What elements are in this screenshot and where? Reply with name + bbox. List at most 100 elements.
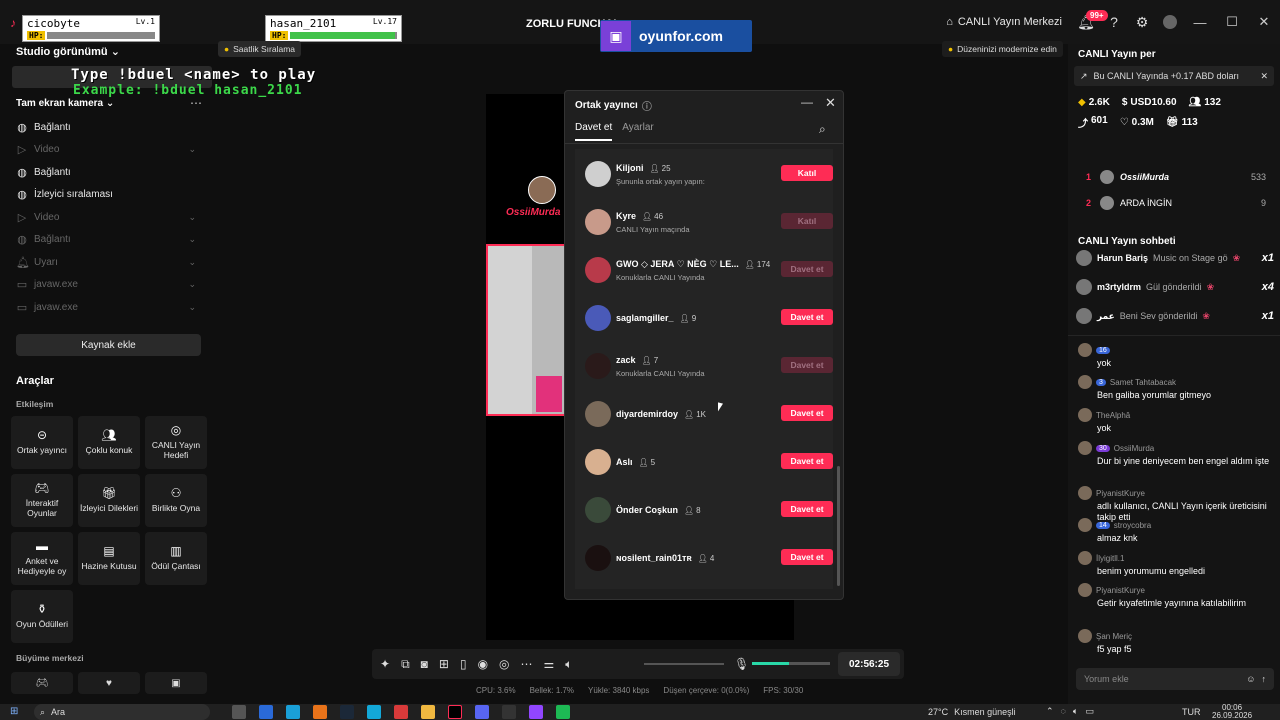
invite-button[interactable]: Davet et bbox=[781, 549, 833, 565]
close-dialog-icon[interactable]: ✕ bbox=[825, 95, 836, 111]
record-icon[interactable]: ◉ bbox=[478, 657, 488, 671]
invite-button[interactable]: Davet et bbox=[781, 309, 833, 325]
tool-link[interactable]: ⊝ Ortak yayıncı bbox=[11, 416, 73, 469]
layout-icon[interactable]: ⧉ bbox=[401, 657, 410, 672]
language-indicator[interactable]: TUR bbox=[1182, 707, 1201, 717]
modernize-layout-hint[interactable]: ● Düzeninizi modernize edin bbox=[942, 41, 1063, 57]
join-button[interactable]: Katıl bbox=[781, 165, 833, 181]
tab-settings[interactable]: Ayarlar bbox=[622, 122, 654, 141]
phone-icon[interactable]: ▯ bbox=[460, 657, 467, 671]
maximize-button[interactable]: ☐ bbox=[1216, 0, 1248, 44]
battery-icon[interactable]: ▭ bbox=[1085, 706, 1094, 717]
profile-button[interactable] bbox=[1156, 8, 1184, 36]
firefox-icon[interactable] bbox=[313, 705, 327, 719]
source-item[interactable]: ◍ İzleyici sıralaması bbox=[16, 184, 196, 207]
invite-button[interactable]: Davet et bbox=[781, 453, 833, 469]
obs-icon[interactable] bbox=[502, 705, 516, 719]
source-item[interactable]: ▷ Video ⌄ bbox=[16, 139, 196, 162]
source-item[interactable]: ◍ Bağlantı bbox=[16, 161, 196, 184]
tool-target[interactable]: ◎ CANLI Yayın Hedefi bbox=[145, 416, 207, 469]
chevron-down-icon[interactable]: ⌄ bbox=[188, 302, 196, 313]
minimize-button[interactable]: — bbox=[1184, 0, 1216, 44]
gamepad-icon[interactable]: 🎮︎ bbox=[11, 672, 73, 694]
mic-level-slider[interactable] bbox=[752, 662, 830, 665]
speaker-icon[interactable]: 🔈︎ bbox=[565, 657, 572, 672]
add-source-button[interactable]: Kaynak ekle bbox=[16, 334, 201, 356]
gear-icon: ⚙ bbox=[1135, 13, 1149, 30]
tool-bag[interactable]: ▥ Ödül Çantası bbox=[145, 532, 207, 585]
spotify-icon[interactable] bbox=[556, 705, 570, 719]
windows-start-icon[interactable]: ⊞ bbox=[10, 706, 18, 717]
camera-source-frame[interactable] bbox=[486, 244, 566, 416]
hourly-ranking-badge[interactable]: ● Saatlik Sıralama bbox=[218, 41, 302, 57]
comment-input[interactable]: Yorum ekle ☺ ↑ bbox=[1076, 668, 1274, 690]
close-icon[interactable]: ✕ bbox=[1260, 71, 1268, 82]
chevron-down-icon[interactable]: ⌄ bbox=[188, 144, 196, 155]
chevron-down-icon[interactable]: ⌄ bbox=[188, 234, 196, 245]
more-options-icon[interactable]: ⋯ bbox=[190, 96, 202, 110]
folder-icon[interactable] bbox=[421, 705, 435, 719]
tool-poll[interactable]: ▬ Anket ve Hediyeyle oy bbox=[11, 532, 73, 585]
notifications-button[interactable]: 🔔︎ 99+ bbox=[1072, 8, 1108, 36]
windows-store-icon[interactable] bbox=[259, 705, 273, 719]
clock[interactable]: 00:06 26.09.2026 bbox=[1212, 704, 1252, 720]
adjust-icon[interactable]: ⚌ bbox=[544, 657, 555, 671]
search-icon[interactable]: ⌕ bbox=[819, 122, 826, 137]
source-item[interactable]: ▷ Video ⌄ bbox=[16, 206, 196, 229]
source-item[interactable]: ▭ javaw.exe ⌄ bbox=[16, 274, 196, 297]
volume-slider[interactable] bbox=[644, 663, 724, 665]
network-icon[interactable]: ◌ bbox=[1061, 706, 1066, 717]
list-scrollbar[interactable] bbox=[837, 466, 840, 586]
taskbar-search[interactable]: ⌕ Ara bbox=[34, 704, 210, 720]
tool-play-together[interactable]: ⚇ Birlikte Oyna bbox=[145, 474, 207, 527]
emoji-icon[interactable]: ☺ bbox=[1246, 674, 1255, 684]
add-scene-icon[interactable]: ⊞ bbox=[439, 657, 449, 671]
source-item[interactable]: ▭ javaw.exe ⌄ bbox=[16, 296, 196, 319]
magic-icon[interactable]: ✦ bbox=[380, 657, 390, 671]
edge-icon[interactable] bbox=[286, 705, 300, 719]
tool-users[interactable]: 👥︎ Çoklu konuk bbox=[78, 416, 140, 469]
app-icon[interactable] bbox=[394, 705, 408, 719]
steam-icon[interactable] bbox=[340, 705, 354, 719]
chevron-down-icon[interactable]: ⌄ bbox=[188, 257, 196, 268]
discord-icon[interactable] bbox=[475, 705, 489, 719]
tool-trophy[interactable]: ⚱ Oyun Ödülleri bbox=[11, 590, 73, 643]
chevron-down-icon[interactable]: ⌄ bbox=[188, 279, 196, 290]
more-icon[interactable]: ⋯ bbox=[521, 657, 533, 671]
volume-icon[interactable]: 🔈︎ bbox=[1073, 706, 1078, 717]
source-item[interactable]: ◍ Bağlantı ⌄ bbox=[16, 229, 196, 252]
source-item[interactable]: ◍ Bağlantı bbox=[16, 116, 196, 139]
info-icon[interactable]: ⓘ bbox=[642, 98, 652, 113]
weather-widget[interactable]: 27°C Kısmen güneşli bbox=[928, 707, 1016, 717]
ranking-row[interactable]: 2 ARDA İNGİN 9 bbox=[1086, 194, 1266, 212]
invite-button[interactable]: Davet et bbox=[781, 501, 833, 517]
earnings-banner[interactable]: ↗ Bu CANLI Yayında +0.17 ABD doları ✕ bbox=[1074, 66, 1274, 86]
capture-icon[interactable]: ◎ bbox=[499, 657, 509, 671]
help-button[interactable]: ? bbox=[1100, 8, 1128, 36]
microphone-icon[interactable]: 🎙︎ bbox=[734, 657, 749, 671]
send-icon[interactable]: ↑ bbox=[1262, 674, 1267, 684]
tool-chest[interactable]: ▤ Hazine Kutusu bbox=[78, 532, 140, 585]
player1-card: cicobyte Lv.1 HP: bbox=[22, 15, 160, 42]
ranking-row[interactable]: 1 OssiiMurda 533 bbox=[1086, 168, 1266, 186]
camera-icon[interactable]: ◙ bbox=[421, 657, 428, 671]
live-center-link[interactable]: ⌂ CANLI Yayın Merkezi bbox=[946, 16, 1062, 28]
task-view-icon[interactable] bbox=[232, 705, 246, 719]
chevron-up-icon[interactable]: ⌃ bbox=[1046, 706, 1054, 717]
chevron-down-icon[interactable]: ⌄ bbox=[188, 212, 196, 223]
camera-dropdown[interactable]: Tam ekran kamera ⌄ bbox=[16, 98, 114, 109]
tool-gamepad[interactable]: 🎮︎ İnteraktif Oyunlar bbox=[11, 474, 73, 527]
studio-view-dropdown[interactable]: Studio görünümü ⌄ bbox=[16, 45, 120, 58]
minimize-dialog-icon[interactable]: — bbox=[801, 95, 813, 109]
settings-button[interactable]: ⚙ bbox=[1128, 8, 1156, 36]
browser-icon[interactable] bbox=[367, 705, 381, 719]
tab-invite[interactable]: Davet et bbox=[575, 122, 613, 141]
heart-icon[interactable]: ♥ bbox=[78, 672, 140, 694]
twitch-icon[interactable] bbox=[529, 705, 543, 719]
tool-gift[interactable]: 🎁︎ İzleyici Dilekleri bbox=[78, 474, 140, 527]
source-item[interactable]: 🔔︎ Uyarı ⌄ bbox=[16, 251, 196, 274]
invite-button[interactable]: Davet et bbox=[781, 405, 833, 421]
tiktok-studio-icon[interactable] bbox=[448, 705, 462, 719]
box-icon[interactable]: ▣ bbox=[145, 672, 207, 694]
close-window-button[interactable]: ✕ bbox=[1248, 0, 1280, 44]
